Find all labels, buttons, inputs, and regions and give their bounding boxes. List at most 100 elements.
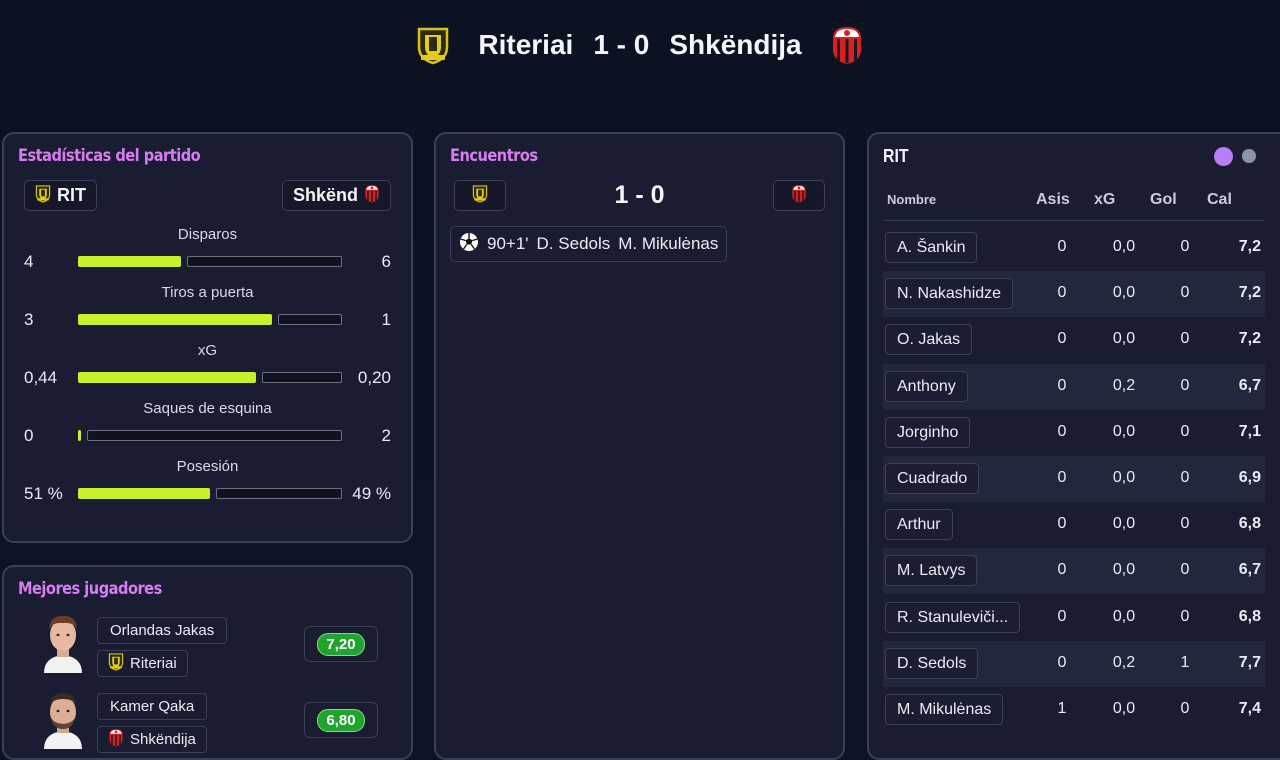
- player-name-cell[interactable]: A. Šankin: [885, 232, 978, 263]
- stat-label: Saques de esquina: [143, 400, 272, 417]
- goals-cell: 0: [1180, 469, 1190, 486]
- table-row[interactable]: D. Sedols 0 0,2 1 7,7: [883, 640, 1265, 687]
- stat-away-value: 0,20: [357, 368, 391, 387]
- event-assist: M. Mikulėnas: [618, 234, 719, 253]
- column-header-xg[interactable]: xG: [1094, 191, 1115, 209]
- player-name-cell[interactable]: Jorginho: [885, 416, 971, 448]
- xg-cell: 0,0: [1112, 700, 1136, 717]
- player-name-cell[interactable]: O. Jakas: [885, 324, 973, 356]
- table-divider: [883, 220, 1264, 221]
- assists-cell: 0: [1057, 376, 1067, 394]
- stat-away-bar: [262, 372, 342, 383]
- assists-cell: 1: [1057, 700, 1067, 717]
- riteriai-crest-icon: [416, 25, 450, 65]
- stat-home-bar: [78, 372, 256, 383]
- player-name-cell[interactable]: M. Mikulėnas: [885, 694, 1004, 725]
- xg-cell: 0,0: [1112, 607, 1136, 625]
- home-team-chip[interactable]: RIT: [24, 180, 97, 211]
- match-stats-panel: Estadísticas del partido RIT Shkënd Disp…: [2, 132, 413, 543]
- goals-cell: 0: [1180, 238, 1190, 255]
- rating-cell: 7,2: [1238, 238, 1261, 255]
- table-row[interactable]: Arthur 0 0,0 0 6,8: [883, 502, 1265, 548]
- column-header-assists[interactable]: Asis: [1036, 191, 1070, 209]
- player-name-cell[interactable]: Cuadrado: [885, 463, 980, 494]
- shkendija-crest-icon: [791, 184, 807, 208]
- goals-cell: 0: [1180, 561, 1190, 579]
- player-team-chip: Shkëndija: [97, 726, 207, 753]
- player-rating-box: 7,20: [304, 626, 378, 662]
- table-row[interactable]: Anthony 0 0,2 0 6,7: [883, 363, 1265, 410]
- home-team-toggle-dot[interactable]: [1214, 147, 1233, 166]
- stat-away-bar: [278, 314, 342, 325]
- stat-row: Posesión 51 % 49 %: [4, 458, 411, 508]
- away-team-filter-button[interactable]: [773, 180, 825, 211]
- player-name: Kamer Qaka: [97, 693, 208, 720]
- column-header-name[interactable]: Nombre: [887, 192, 936, 207]
- stat-away-bar: [87, 430, 342, 441]
- rating-cell: 6,9: [1238, 469, 1261, 486]
- goal-event[interactable]: 90+1' D. Sedols M. Mikulėnas: [450, 226, 728, 262]
- xg-cell: 0,0: [1112, 422, 1136, 440]
- player-name-cell[interactable]: R. Stanuleviči...: [885, 601, 1021, 633]
- stat-comparison-bar: [78, 314, 342, 325]
- best-player-row[interactable]: Kamer Qaka Shkëndija 6,80: [4, 693, 411, 760]
- player-name-cell[interactable]: N. Nakashidze: [885, 278, 1014, 310]
- riteriai-crest-icon: [108, 652, 124, 675]
- table-row[interactable]: N. Nakashidze 0 0,0 0 7,2: [883, 271, 1265, 318]
- event-scorer: D. Sedols: [536, 234, 611, 253]
- table-row[interactable]: O. Jakas 0 0,0 0 7,2: [883, 317, 1265, 363]
- home-team-abbr: RIT: [57, 185, 86, 205]
- player-rating-badge: 6,80: [317, 708, 365, 732]
- player-photo: [40, 611, 86, 673]
- event-minute: 90+1': [487, 234, 529, 253]
- player-photo: [40, 687, 86, 749]
- stat-row: xG 0,44 0,20: [4, 342, 411, 392]
- table-row[interactable]: M. Latvys 0 0,0 0 6,7: [883, 548, 1265, 595]
- column-header-goals[interactable]: Gol: [1150, 191, 1177, 209]
- panel-title: Mejores jugadores: [18, 579, 162, 599]
- xg-cell: 0,0: [1112, 238, 1136, 255]
- player-name-cell[interactable]: M. Latvys: [885, 555, 978, 587]
- assists-cell: 0: [1057, 469, 1067, 486]
- rating-cell: 7,7: [1238, 653, 1261, 671]
- player-team-chip: Riteriai: [97, 650, 188, 677]
- table-row[interactable]: R. Stanuleviči... 0 0,0 0 6,8: [883, 595, 1265, 641]
- xg-cell: 0,0: [1112, 469, 1136, 486]
- match-score: 1 - 0: [593, 29, 650, 60]
- stat-label: xG: [197, 342, 218, 359]
- away-team-chip[interactable]: Shkënd: [281, 180, 391, 211]
- stat-comparison-bar: [78, 256, 342, 267]
- player-name-cell[interactable]: Arthur: [885, 509, 953, 541]
- table-row[interactable]: Cuadrado 0 0,0 0 6,9: [883, 456, 1265, 502]
- column-header-rating[interactable]: Cal: [1207, 191, 1232, 209]
- home-team-name: Riteriai: [478, 29, 574, 60]
- table-title: RIT: [883, 146, 909, 166]
- assists-cell: 0: [1057, 422, 1067, 440]
- stat-home-value: 3: [24, 310, 34, 329]
- player-name-cell[interactable]: D. Sedols: [885, 647, 979, 679]
- table-row[interactable]: Jorginho 0 0,0 0 7,1: [883, 410, 1265, 456]
- table-row[interactable]: M. Mikulėnas 1 0,0 0 7,4: [883, 687, 1265, 733]
- player-name-cell[interactable]: Anthony: [885, 370, 968, 402]
- best-player-row[interactable]: Orlandas Jakas Riteriai 7,20: [4, 615, 411, 687]
- assists-cell: 0: [1057, 607, 1067, 625]
- stat-home-bar: [78, 256, 181, 267]
- stat-away-value: 1: [381, 310, 391, 329]
- lineup-table-panel: RIT Nombre Asis xG Gol Cal A. Šankin 0 0,0…: [867, 132, 1280, 760]
- encounters-panel: Encuentros 1 - 0 90+1' D. Sedols M. Miku…: [434, 132, 845, 760]
- away-team-abbr: Shkënd: [292, 185, 358, 205]
- shkendija-crest-icon: [108, 728, 124, 751]
- rating-cell: 7,1: [1238, 422, 1261, 440]
- stat-away-bar: [216, 488, 342, 499]
- stat-comparison-bar: [78, 372, 342, 383]
- xg-cell: 0,0: [1112, 561, 1136, 579]
- rating-cell: 6,8: [1238, 515, 1261, 533]
- player-team-name: Shkëndija: [130, 731, 196, 748]
- stat-home-bar: [78, 488, 210, 499]
- away-team-toggle-dot[interactable]: [1242, 149, 1256, 163]
- away-team-name: Shkëndija: [669, 29, 802, 60]
- table-row[interactable]: A. Šankin 0 0,0 0 7,2: [883, 225, 1265, 271]
- stat-home-value: 51 %: [24, 484, 63, 503]
- stat-away-value: 49 %: [352, 484, 391, 503]
- xg-cell: 0,2: [1112, 376, 1136, 394]
